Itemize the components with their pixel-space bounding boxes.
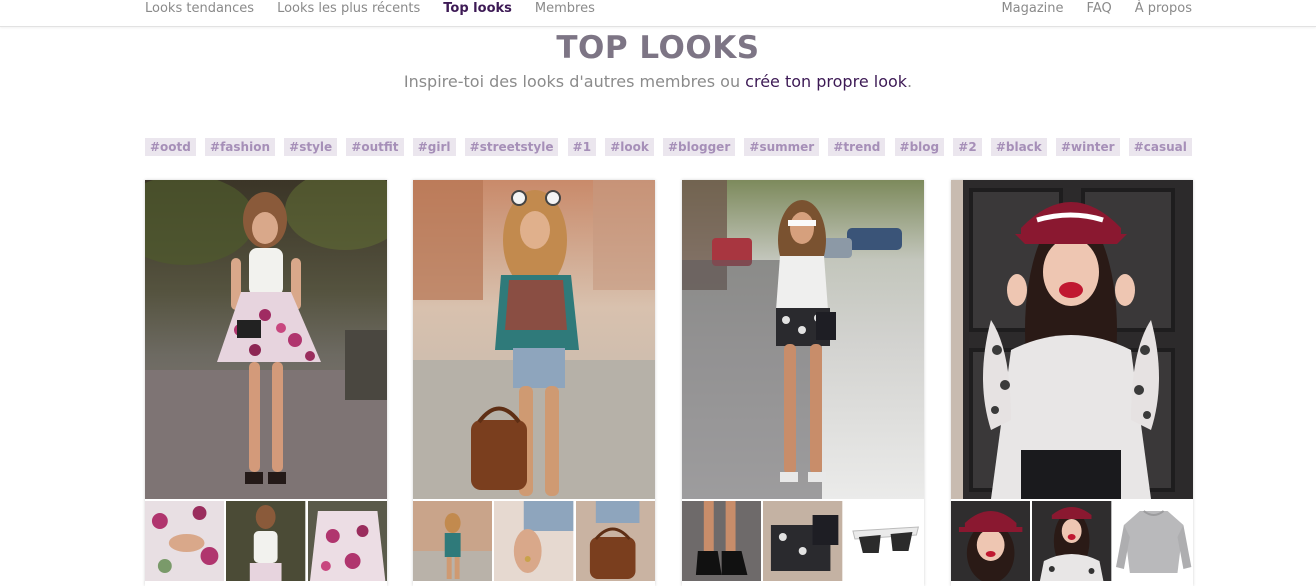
woman-printed-blouse-photo (413, 180, 655, 499)
look-thumbnail[interactable] (682, 501, 762, 581)
floral-skirt-photo (307, 501, 387, 581)
top-navigation: Looks tendances Looks les plus récents T… (0, 0, 1316, 27)
tag-outfit[interactable]: #outfit (346, 138, 404, 156)
look-main-photo[interactable] (145, 180, 387, 499)
nav-left-group: Looks tendances Looks les plus récents T… (145, 1, 595, 17)
street-outfit-photo (413, 501, 493, 581)
look-main-photo[interactable] (413, 180, 655, 499)
tag-casual[interactable]: #casual (1128, 138, 1192, 156)
tag-style[interactable]: #style (284, 138, 338, 156)
nav-right-group: Magazine FAQ À propos (1001, 1, 1192, 17)
tag-trend[interactable]: #trend (828, 138, 886, 156)
denim-shorts-rings-photo (494, 501, 574, 581)
look-thumbnails (682, 501, 924, 581)
nav-faq[interactable]: FAQ (1087, 1, 1112, 17)
tag-look[interactable]: #look (605, 138, 654, 156)
look-thumbnail[interactable] (226, 501, 306, 581)
woman-floral-skirt-photo (145, 180, 387, 499)
black-heels-photo (682, 501, 762, 581)
brown-satchel-photo (575, 501, 655, 581)
tag-list: #ootd #fashion #style #outfit #girl #str… (145, 138, 1192, 156)
look-thumbnail[interactable] (575, 501, 655, 581)
grey-sweater-photo (1113, 501, 1193, 581)
tag-summer[interactable]: #summer (744, 138, 820, 156)
nav-top-looks[interactable]: Top looks (443, 1, 512, 17)
tag-1[interactable]: #1 (567, 138, 597, 156)
cap-sweater-photo (1032, 501, 1112, 581)
floral-fabric-hands-photo (145, 501, 225, 581)
create-look-link[interactable]: crée ton propre look (745, 72, 907, 91)
nav-magazine[interactable]: Magazine (1001, 1, 1063, 17)
nav-looks-recents[interactable]: Looks les plus récents (277, 1, 420, 17)
look-thumbnail[interactable] (951, 501, 1031, 581)
look-thumbnails (951, 501, 1193, 581)
look-thumbnail[interactable] (1113, 501, 1193, 581)
tag-winter[interactable]: #winter (1055, 138, 1120, 156)
white-top-photo (226, 501, 306, 581)
nav-membres[interactable]: Membres (535, 1, 595, 17)
look-thumbnail[interactable] (413, 501, 493, 581)
tag-streetstyle[interactable]: #streetstyle (464, 138, 559, 156)
look-card[interactable] (145, 180, 387, 586)
look-thumbnail[interactable] (307, 501, 387, 581)
look-thumbnails (413, 501, 655, 581)
tag-girl[interactable]: #girl (412, 138, 456, 156)
look-thumbnail[interactable] (145, 501, 225, 581)
woman-burgundy-cap-photo (951, 180, 1193, 499)
look-main-photo[interactable] (951, 180, 1193, 499)
white-sunglasses-photo (844, 501, 924, 581)
tag-black[interactable]: #black (990, 138, 1047, 156)
woman-black-shorts-photo (682, 180, 924, 499)
look-main-photo[interactable] (682, 180, 924, 499)
look-thumbnail[interactable] (844, 501, 924, 581)
nav-looks-tendances[interactable]: Looks tendances (145, 1, 254, 17)
subtitle-period: . (907, 72, 913, 91)
look-card[interactable] (682, 180, 924, 586)
tag-ootd[interactable]: #ootd (145, 138, 196, 156)
look-thumbnail[interactable] (494, 501, 574, 581)
look-thumbnail[interactable] (763, 501, 843, 581)
tag-fashion[interactable]: #fashion (205, 138, 275, 156)
tag-blogger[interactable]: #blogger (663, 138, 736, 156)
page-title: TOP LOOKS (556, 30, 760, 66)
look-thumbnail[interactable] (1032, 501, 1112, 581)
patterned-shorts-bag-photo (763, 501, 843, 581)
tag-blog[interactable]: #blog (894, 138, 945, 156)
look-thumbnails (145, 501, 387, 581)
cap-portrait-photo (951, 501, 1031, 581)
tag-2[interactable]: #2 (953, 138, 982, 156)
look-card[interactable] (951, 180, 1193, 586)
nav-a-propos[interactable]: À propos (1135, 1, 1192, 17)
look-card[interactable] (413, 180, 655, 586)
page-subtitle: Inspire-toi des looks d'autres membres o… (0, 72, 1316, 91)
subtitle-text: Inspire-toi des looks d'autres membres o… (403, 72, 746, 91)
